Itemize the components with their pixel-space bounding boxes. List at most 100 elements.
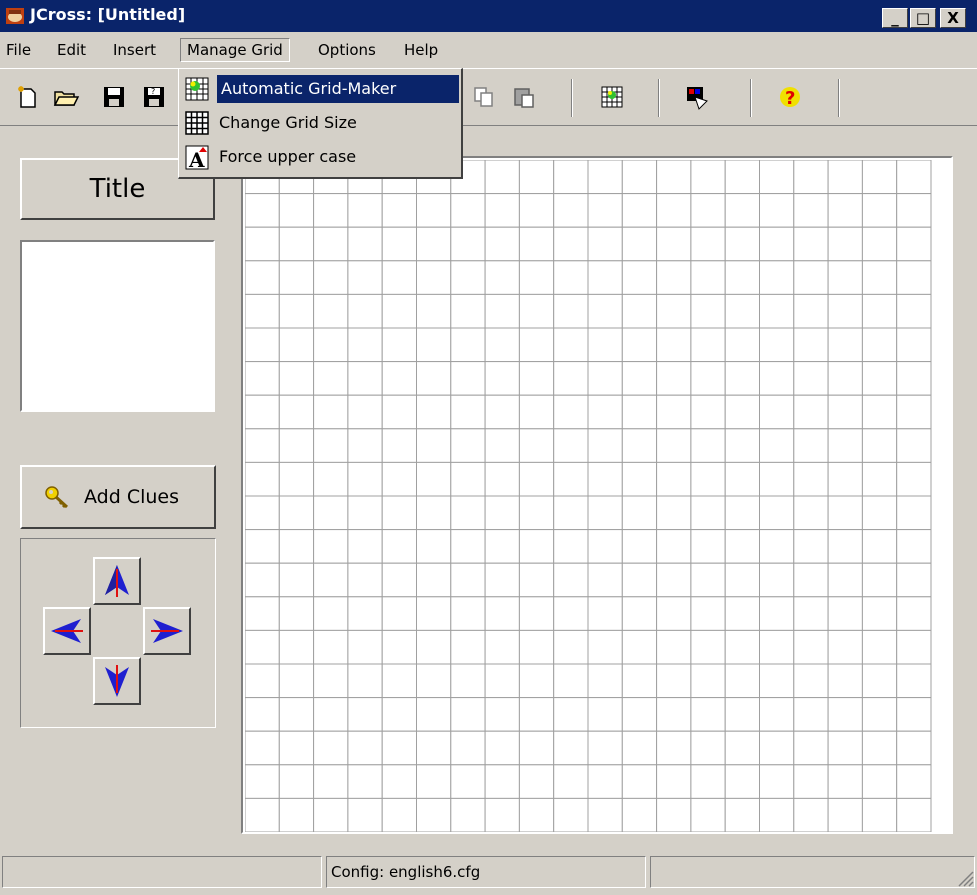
grid-cell[interactable]	[518, 596, 555, 631]
grid-cell[interactable]	[793, 697, 829, 732]
grid-cell[interactable]	[381, 461, 417, 497]
grid-cell[interactable]	[450, 461, 486, 497]
grid-cell[interactable]	[656, 293, 692, 329]
grid-cell[interactable]	[278, 260, 315, 295]
grid-cell[interactable]	[896, 629, 932, 665]
grid-cell[interactable]	[690, 663, 726, 699]
grid-cell[interactable]	[245, 260, 280, 295]
grid-cell[interactable]	[381, 797, 417, 832]
grid-cell[interactable]	[278, 461, 315, 497]
grid-cell[interactable]	[690, 529, 726, 564]
grid-cell[interactable]	[518, 428, 555, 463]
grid-cell[interactable]	[416, 562, 452, 598]
grid-cell[interactable]	[587, 529, 623, 564]
grid-cell[interactable]	[861, 260, 898, 295]
grid-cell[interactable]	[484, 327, 520, 363]
grid-cell[interactable]	[587, 193, 623, 228]
grid-cell[interactable]	[690, 495, 726, 531]
grid-cell[interactable]	[381, 361, 417, 396]
grid-cell[interactable]	[245, 361, 280, 396]
grid-cell[interactable]	[793, 160, 829, 195]
open-folder-icon[interactable]	[52, 83, 80, 111]
title-text-box[interactable]	[20, 240, 215, 412]
grid-cell[interactable]	[313, 193, 349, 228]
grid-cell[interactable]	[759, 327, 795, 363]
grid-cell[interactable]	[827, 730, 863, 766]
grid-cell[interactable]	[347, 428, 383, 463]
grid-cell[interactable]	[347, 730, 383, 766]
grid-cell[interactable]	[553, 797, 589, 832]
grid-cell[interactable]	[656, 697, 692, 732]
grid-cell[interactable]	[793, 394, 829, 430]
grid-cell[interactable]	[827, 629, 863, 665]
grid-cell[interactable]	[553, 697, 589, 732]
grid-cell[interactable]	[587, 730, 623, 766]
grid-cell[interactable]	[245, 226, 280, 262]
grid-cell[interactable]	[553, 428, 589, 463]
grid-cell[interactable]	[278, 663, 315, 699]
grid-cell[interactable]	[587, 226, 623, 262]
grid-cell[interactable]	[484, 596, 520, 631]
grid-cell[interactable]	[245, 596, 280, 631]
grid-cell[interactable]	[793, 730, 829, 766]
grid-cell[interactable]	[690, 361, 726, 396]
grid-cell[interactable]	[759, 629, 795, 665]
grid-cell[interactable]	[313, 226, 349, 262]
grid-cell[interactable]	[861, 764, 898, 799]
grid-cell[interactable]	[656, 461, 692, 497]
grid-cell[interactable]	[827, 495, 863, 531]
grid-cell[interactable]	[381, 193, 417, 228]
grid-cell[interactable]	[416, 193, 452, 228]
grid-maker-icon[interactable]	[598, 83, 626, 111]
grid-cell[interactable]	[690, 394, 726, 430]
grid-cell[interactable]	[518, 562, 555, 598]
grid-cell[interactable]	[724, 293, 761, 329]
grid-cell[interactable]	[759, 461, 795, 497]
grid-cell[interactable]	[347, 764, 383, 799]
grid-cell[interactable]	[381, 764, 417, 799]
grid-cell[interactable]	[381, 327, 417, 363]
grid-cell[interactable]	[245, 293, 280, 329]
grid-cell[interactable]	[759, 663, 795, 699]
grid-cell[interactable]	[416, 529, 452, 564]
grid-cell[interactable]	[450, 562, 486, 598]
grid-cell[interactable]	[484, 226, 520, 262]
grid-cell[interactable]	[587, 697, 623, 732]
grid-cell[interactable]	[518, 327, 555, 363]
save-as-icon[interactable]: ?	[140, 83, 168, 111]
copy-icon[interactable]	[470, 83, 498, 111]
grid-cell[interactable]	[621, 260, 658, 295]
grid-cell[interactable]	[416, 327, 452, 363]
grid-cell[interactable]	[896, 730, 932, 766]
grid-cell[interactable]	[518, 697, 555, 732]
grid-cell[interactable]	[724, 160, 761, 195]
grid-cell[interactable]	[896, 327, 932, 363]
grid-cell[interactable]	[518, 529, 555, 564]
grid-cell[interactable]	[484, 697, 520, 732]
grid-cell[interactable]	[416, 226, 452, 262]
grid-cell[interactable]	[587, 361, 623, 396]
grid-cell[interactable]	[759, 797, 795, 832]
grid-cell[interactable]	[827, 562, 863, 598]
grid-cell[interactable]	[896, 529, 932, 564]
grid-cell[interactable]	[518, 629, 555, 665]
grid-cell[interactable]	[450, 529, 486, 564]
grid-cell[interactable]	[656, 529, 692, 564]
grid-cell[interactable]	[861, 562, 898, 598]
grid-cell[interactable]	[621, 596, 658, 631]
grid-cell[interactable]	[484, 629, 520, 665]
grid-cell[interactable]	[724, 226, 761, 262]
grid-cell[interactable]	[827, 697, 863, 732]
grid-cell[interactable]	[724, 461, 761, 497]
grid-cell[interactable]	[690, 697, 726, 732]
grid-cell[interactable]	[587, 629, 623, 665]
grid-cell[interactable]	[861, 529, 898, 564]
grid-cell[interactable]	[416, 730, 452, 766]
grid-cell[interactable]	[861, 629, 898, 665]
grid-cell[interactable]	[245, 663, 280, 699]
grid-cell[interactable]	[793, 461, 829, 497]
grid-cell[interactable]	[827, 764, 863, 799]
grid-cell[interactable]	[759, 495, 795, 531]
grid-cell[interactable]	[724, 797, 761, 832]
grid-cell[interactable]	[896, 361, 932, 396]
